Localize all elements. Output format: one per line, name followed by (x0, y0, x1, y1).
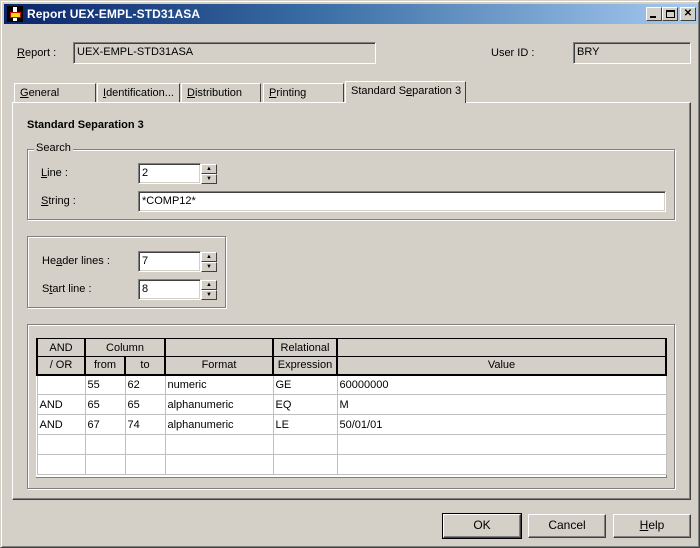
header-value-top[interactable] (336, 338, 667, 357)
cell-format[interactable]: alphanumeric (164, 414, 274, 435)
start-line-input[interactable]: 8 (138, 279, 201, 300)
cell-andor[interactable] (36, 434, 86, 455)
tab-distribution[interactable]: Distribution (181, 83, 261, 102)
header-expression[interactable]: Expression (272, 356, 338, 376)
spin-down-icon[interactable]: ▼ (201, 262, 217, 272)
criteria-grid[interactable]: AND Column Relational / OR from to Forma… (36, 338, 667, 478)
report-dialog-window: Report UEX-EMPL-STD31ASA ✕ Report : UEX-… (0, 0, 700, 548)
cell-format[interactable]: numeric (164, 374, 274, 395)
cell-andor[interactable]: AND (36, 394, 86, 415)
table-row[interactable]: AND 65 65 alphanumeric EQ M (36, 394, 667, 415)
report-label: Report : (17, 47, 57, 59)
line-label: Line : (41, 167, 68, 179)
table-row[interactable] (36, 434, 667, 455)
header-relational[interactable]: Relational (272, 338, 338, 357)
cell-from[interactable] (84, 434, 126, 455)
cell-to[interactable]: 74 (124, 414, 166, 435)
cell-value[interactable]: 50/01/01 (336, 414, 667, 435)
cell-andor[interactable]: AND (36, 414, 86, 435)
close-button[interactable]: ✕ (680, 7, 696, 21)
report-field: UEX-EMPL-STD31ASA (73, 42, 376, 64)
userid-label: User ID : (491, 47, 535, 59)
tab-identification[interactable]: Identification... (97, 83, 180, 102)
cancel-button[interactable]: Cancel (528, 514, 606, 538)
header-lines-input[interactable]: 7 (138, 251, 201, 272)
close-icon: ✕ (683, 8, 693, 19)
cell-to[interactable]: 62 (124, 374, 166, 395)
cell-andor[interactable] (36, 454, 86, 475)
start-line-spinner[interactable]: ▲ ▼ (201, 280, 217, 300)
help-button[interactable]: Help (613, 514, 691, 538)
ok-button[interactable]: OK (442, 513, 522, 539)
tab-printing[interactable]: Printing (263, 83, 344, 102)
title-bar[interactable]: Report UEX-EMPL-STD31ASA ✕ (4, 4, 698, 24)
header-value[interactable]: Value (336, 356, 667, 376)
spin-down-icon[interactable]: ▼ (201, 174, 217, 184)
cell-expression[interactable] (272, 434, 338, 455)
spin-up-icon[interactable]: ▲ (201, 280, 217, 290)
minimize-button[interactable] (646, 7, 662, 21)
spin-down-icon[interactable]: ▼ (201, 290, 217, 300)
table-row[interactable]: 55 62 numeric GE 60000000 (36, 374, 667, 395)
cell-to[interactable] (124, 434, 166, 455)
cell-expression[interactable] (272, 454, 338, 475)
cell-andor[interactable] (36, 374, 86, 395)
maximize-button[interactable] (662, 7, 678, 21)
string-label: String : (41, 195, 76, 207)
line-spinner[interactable]: ▲ ▼ (201, 164, 217, 184)
line-input[interactable]: 2 (138, 163, 201, 184)
table-row[interactable]: AND 67 74 alphanumeric LE 50/01/01 (36, 414, 667, 435)
tab-standard-separation-3[interactable]: Standard Separation 3 (345, 81, 466, 103)
header-lines-label: Header lines : (42, 255, 110, 267)
criteria-table: AND Column Relational / OR from to Forma… (36, 338, 667, 475)
cell-from[interactable] (84, 454, 126, 475)
cell-format[interactable]: alphanumeric (164, 394, 274, 415)
header-to[interactable]: to (124, 356, 166, 376)
header-or[interactable]: / OR (36, 356, 86, 376)
header-lines-spinner[interactable]: ▲ ▼ (201, 252, 217, 272)
cell-expression[interactable]: LE (272, 414, 338, 435)
section-heading: Standard Separation 3 (27, 119, 144, 131)
tab-general[interactable]: General (14, 83, 96, 102)
userid-field: BRY (573, 42, 691, 64)
cell-format[interactable] (164, 454, 274, 475)
cell-value[interactable]: M (336, 394, 667, 415)
app-icon (7, 6, 23, 22)
header-column[interactable]: Column (84, 338, 166, 357)
cell-expression[interactable]: GE (272, 374, 338, 395)
cell-from[interactable]: 67 (84, 414, 126, 435)
table-row[interactable] (36, 454, 667, 475)
search-legend: Search (34, 142, 73, 154)
header-from[interactable]: from (84, 356, 126, 376)
maximize-icon (666, 10, 675, 18)
cell-from[interactable]: 55 (84, 374, 126, 395)
cell-from[interactable]: 65 (84, 394, 126, 415)
cell-value[interactable]: 60000000 (336, 374, 667, 395)
cell-value[interactable] (336, 454, 667, 475)
start-line-label: Start line : (42, 283, 92, 295)
minimize-icon (650, 16, 656, 18)
cell-format[interactable] (164, 434, 274, 455)
header-format[interactable]: Format (164, 356, 274, 376)
cell-value[interactable] (336, 434, 667, 455)
header-format-top[interactable] (164, 338, 274, 357)
window-title: Report UEX-EMPL-STD31ASA (27, 7, 201, 21)
spin-up-icon[interactable]: ▲ (201, 164, 217, 174)
cell-expression[interactable]: EQ (272, 394, 338, 415)
header-and[interactable]: AND (36, 338, 86, 357)
spin-up-icon[interactable]: ▲ (201, 252, 217, 262)
string-input[interactable]: *COMP12* (138, 191, 666, 212)
cell-to[interactable]: 65 (124, 394, 166, 415)
cell-to[interactable] (124, 454, 166, 475)
